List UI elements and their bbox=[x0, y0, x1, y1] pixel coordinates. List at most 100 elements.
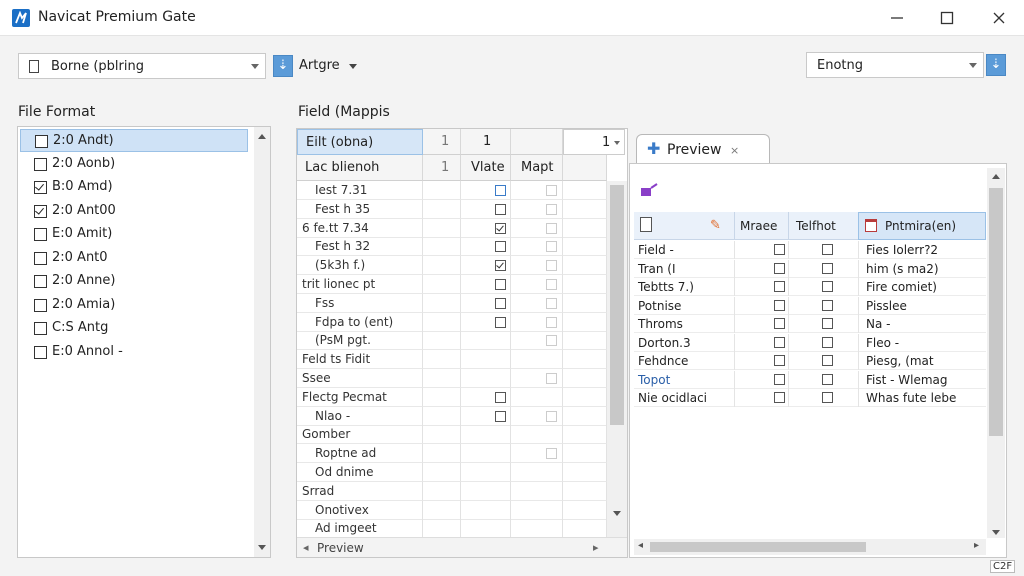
preview-checkbox[interactable] bbox=[774, 318, 785, 329]
preview-hscrollbar[interactable]: ◂ ▸ bbox=[634, 539, 986, 555]
scroll-thumb[interactable] bbox=[989, 188, 1003, 436]
mapping-checkbox[interactable] bbox=[495, 410, 506, 422]
file-format-item[interactable]: 2:0 Aonb) bbox=[20, 153, 248, 176]
field-row[interactable]: Fest h 32 bbox=[297, 237, 607, 257]
field-row[interactable]: (PsM pgt. bbox=[297, 331, 607, 351]
wand-icon[interactable] bbox=[640, 182, 660, 198]
scroll-up-icon[interactable] bbox=[258, 134, 266, 139]
preview-col-header[interactable]: Mraee bbox=[740, 219, 777, 233]
maximize-button[interactable] bbox=[932, 6, 962, 30]
preview-checkbox[interactable] bbox=[774, 281, 785, 292]
field-row[interactable]: Ssee bbox=[297, 369, 607, 388]
file-format-scrollbar[interactable] bbox=[254, 127, 270, 557]
mapping-checkbox[interactable] bbox=[495, 241, 506, 253]
close-button[interactable] bbox=[984, 6, 1014, 30]
mapping-checkbox[interactable] bbox=[495, 260, 506, 272]
mapping-checkbox[interactable] bbox=[495, 316, 506, 328]
preview-row[interactable]: Nie ocidlaci Whas fute lebe bbox=[634, 389, 986, 407]
preview-row[interactable]: Tebtts 7.) Fire comiet) bbox=[634, 278, 986, 296]
column-header[interactable]: Lac blienoh bbox=[297, 155, 423, 181]
field-column-header-selected[interactable]: Eilt (obna) bbox=[297, 129, 423, 155]
preview-row[interactable]: Topot Fist - Wlemag bbox=[634, 370, 986, 389]
scroll-right-icon[interactable]: ▸ bbox=[974, 540, 979, 551]
field-row[interactable]: Gomber bbox=[297, 425, 607, 445]
field-row[interactable]: Nlao - bbox=[297, 406, 607, 426]
preview-checkbox[interactable] bbox=[774, 373, 785, 385]
checkbox[interactable] bbox=[35, 135, 48, 148]
mapping-checkbox[interactable] bbox=[495, 222, 506, 234]
checkbox[interactable] bbox=[34, 322, 47, 335]
field-row[interactable]: Fdpa to (ent) bbox=[297, 312, 607, 332]
preview-checkbox[interactable] bbox=[822, 262, 833, 274]
preview-row[interactable]: Fehdnce Piesg, (mat bbox=[634, 352, 986, 370]
scroll-down-icon[interactable] bbox=[613, 511, 621, 516]
file-format-list[interactable]: 2:0 Andt) 2:0 Aonb) B:0 Amd) 2:0 Ant00 E:0 A… bbox=[17, 126, 271, 558]
preview-col-header-selected[interactable]: Pntmira(en) bbox=[858, 212, 986, 240]
field-row[interactable]: Fest h 35 bbox=[297, 199, 607, 219]
encoding-combo[interactable]: Enotng bbox=[806, 52, 984, 78]
preview-checkbox[interactable] bbox=[774, 336, 785, 348]
mapping-checkbox[interactable] bbox=[546, 448, 557, 460]
mapping-checkbox[interactable] bbox=[546, 222, 557, 234]
preview-checkbox[interactable] bbox=[822, 373, 833, 385]
field-row[interactable]: Ad imgeet bbox=[297, 519, 607, 537]
file-format-item[interactable]: 2:0 Ant0 bbox=[20, 247, 248, 270]
mapping-checkbox[interactable] bbox=[546, 316, 557, 328]
field-grid-scrollbar[interactable] bbox=[607, 181, 627, 537]
minimize-button[interactable] bbox=[882, 6, 912, 30]
file-format-item[interactable]: 2:0 Andt) bbox=[20, 129, 248, 152]
mapping-checkbox[interactable] bbox=[495, 203, 506, 215]
mapping-checkbox[interactable] bbox=[495, 297, 506, 309]
field-row[interactable]: Fss bbox=[297, 293, 607, 313]
mapping-checkbox[interactable] bbox=[495, 391, 506, 403]
field-row[interactable]: Roptne ad bbox=[297, 444, 607, 464]
checkbox[interactable] bbox=[34, 251, 47, 265]
preview-row[interactable]: Field - Fies Iolerr?2 bbox=[634, 241, 986, 259]
scroll-down-icon[interactable] bbox=[258, 545, 266, 550]
mapping-checkbox[interactable] bbox=[546, 335, 557, 347]
checkbox[interactable] bbox=[34, 204, 47, 218]
file-format-item[interactable]: B:0 Amd) bbox=[20, 176, 248, 199]
column-header[interactable]: Vlate bbox=[461, 155, 511, 181]
chevron-down-icon[interactable] bbox=[349, 64, 357, 69]
scroll-thumb[interactable] bbox=[650, 542, 866, 552]
preview-row[interactable]: Dorton.3 Fleo - bbox=[634, 333, 986, 352]
checkbox[interactable] bbox=[34, 157, 47, 171]
preview-checkbox[interactable] bbox=[822, 244, 833, 255]
preview-checkbox[interactable] bbox=[822, 299, 833, 311]
file-format-item[interactable]: E:0 Annol - bbox=[20, 341, 248, 364]
source-combo[interactable]: Borne (pblring bbox=[18, 53, 266, 79]
preview-checkbox[interactable] bbox=[774, 392, 785, 403]
preview-checkbox[interactable] bbox=[774, 355, 785, 366]
mapping-checkbox[interactable] bbox=[546, 203, 557, 215]
mapping-checkbox[interactable] bbox=[495, 279, 506, 290]
scroll-down-icon[interactable] bbox=[992, 530, 1000, 535]
column-header[interactable] bbox=[511, 129, 563, 155]
column-header[interactable]: Mapt bbox=[511, 155, 563, 181]
preview-tab[interactable]: ✚ Preview × bbox=[636, 134, 770, 164]
checkbox[interactable] bbox=[34, 181, 47, 194]
mapping-checkbox[interactable] bbox=[546, 260, 557, 272]
scroll-left-icon[interactable]: ◂ bbox=[638, 540, 643, 551]
preview-checkbox[interactable] bbox=[774, 244, 785, 255]
field-row[interactable]: Onotivex bbox=[297, 500, 607, 520]
brush-icon[interactable]: ✎ bbox=[710, 218, 721, 233]
field-row[interactable]: Iest 7.31 bbox=[297, 181, 607, 200]
field-row[interactable]: 6 fe.tt 7.34 bbox=[297, 218, 607, 238]
checkbox[interactable] bbox=[34, 298, 47, 312]
caret-left-icon[interactable]: ◂ bbox=[303, 541, 309, 554]
mapping-checkbox[interactable] bbox=[546, 297, 557, 309]
preview-checkbox[interactable] bbox=[774, 262, 785, 274]
scroll-thumb[interactable] bbox=[610, 185, 624, 425]
mapping-checkbox[interactable] bbox=[546, 241, 557, 253]
mapping-checkbox[interactable] bbox=[546, 279, 557, 290]
checkbox[interactable] bbox=[34, 345, 47, 359]
scroll-up-icon[interactable] bbox=[992, 174, 1000, 179]
field-row[interactable]: Feld ts Fidit bbox=[297, 350, 607, 370]
file-format-item[interactable]: 2:0 Anne) bbox=[20, 270, 248, 293]
preview-checkbox[interactable] bbox=[822, 355, 833, 366]
file-format-item[interactable]: 2:0 Amia) bbox=[20, 294, 248, 317]
field-row[interactable]: trit lionec pt bbox=[297, 275, 607, 294]
preview-checkbox[interactable] bbox=[774, 299, 785, 311]
tab-close-icon[interactable]: × bbox=[730, 144, 739, 157]
